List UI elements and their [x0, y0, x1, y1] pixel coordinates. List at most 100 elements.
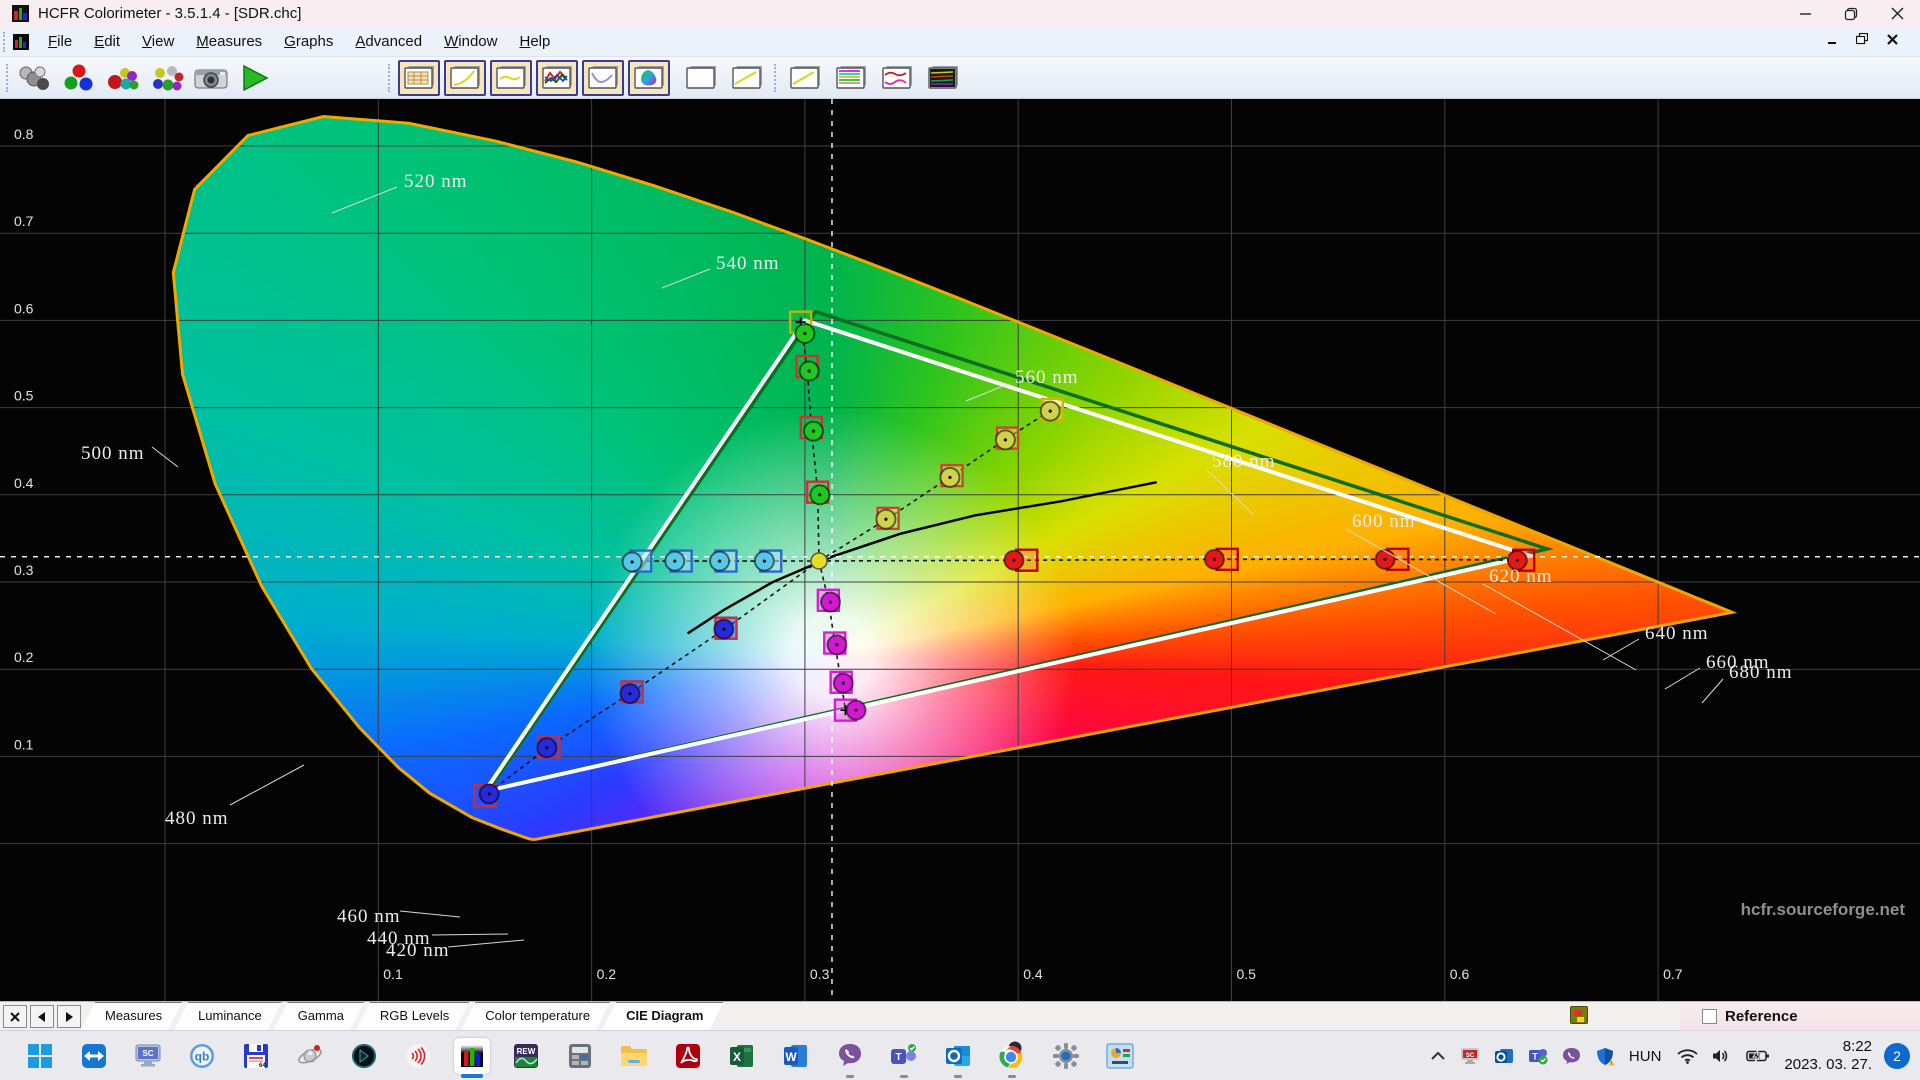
tab-gamma[interactable]: Gamma: [274, 1002, 364, 1030]
taskbar-viber-icon[interactable]: [832, 1038, 868, 1078]
tray-chevron-icon[interactable]: [1430, 1051, 1446, 1061]
svg-text:64: 64: [259, 1063, 266, 1069]
taskbar-rew-icon[interactable]: REW: [508, 1038, 544, 1074]
rgb-levels-graph-button[interactable]: [536, 60, 578, 96]
status-notifier-icon[interactable]: [1570, 1006, 1588, 1024]
x-tick: 0.4: [1023, 966, 1043, 982]
graph-line2-button[interactable]: [784, 60, 826, 96]
child-close-button[interactable]: [1882, 30, 1902, 48]
tray-volume-icon[interactable]: [1712, 1048, 1732, 1064]
graph-line-button[interactable]: [726, 60, 768, 96]
taskbar-chrome-icon[interactable]: [994, 1038, 1030, 1078]
wavelength-label: 540 nm: [716, 253, 780, 274]
svg-text:X: X: [733, 1050, 741, 1064]
tab-color-temperature[interactable]: Color temperature: [461, 1002, 610, 1030]
graph-plain-button[interactable]: [680, 60, 722, 96]
y-tick: 0.1: [14, 736, 34, 752]
sweep-connector-red: [818, 558, 1524, 562]
menu-graphs[interactable]: Graphs: [273, 29, 344, 54]
wavelength-label: 500 nm: [81, 443, 145, 464]
wavelength-label: 680 nm: [1729, 662, 1793, 683]
svg-text:T: T: [1532, 1052, 1538, 1062]
child-minimize-button[interactable]: [1822, 30, 1842, 48]
taskbar-floppy-icon[interactable]: 64: [238, 1038, 274, 1074]
gamma-graph-button[interactable]: [490, 60, 532, 96]
taskbar-word-icon[interactable]: W: [778, 1038, 814, 1074]
window-title: HCFR Colorimeter - 3.5.1.4 - [SDR.chc]: [38, 5, 302, 22]
tray-screenconnect-icon[interactable]: SC: [1460, 1047, 1480, 1065]
restore-button[interactable]: [1828, 0, 1874, 27]
menu-advanced[interactable]: Advanced: [344, 29, 433, 54]
graph-dark-button[interactable]: [922, 60, 964, 96]
taskbar-teams-icon[interactable]: T: [886, 1038, 922, 1078]
tab-luminance[interactable]: Luminance: [174, 1002, 282, 1030]
taskbar-outlook-icon[interactable]: [940, 1038, 976, 1078]
tray-defender-icon[interactable]: !: [1595, 1047, 1615, 1066]
measure-colors-button[interactable]: [102, 60, 144, 96]
svg-text:SC: SC: [1466, 1053, 1475, 1059]
luminance-graph-button[interactable]: [444, 60, 486, 96]
tray-time: 8:22: [1842, 1038, 1872, 1055]
graph-multiline-button[interactable]: [830, 60, 872, 96]
taskbar-colorapp-icon[interactable]: [1102, 1038, 1138, 1074]
taskbar-teamviewer-icon[interactable]: [76, 1038, 112, 1074]
toolbar-grip: [6, 64, 9, 92]
minimize-button[interactable]: [1782, 0, 1828, 27]
menu-bar: File Edit View Measures Graphs Advanced Window…: [0, 27, 1920, 57]
taskbar-atom-icon[interactable]: [292, 1038, 328, 1074]
graph-tab-bar: Measures Luminance Gamma RGB Levels Color te…: [0, 1001, 1920, 1031]
tray-battery-icon[interactable]: [1746, 1049, 1770, 1063]
reference-checkbox[interactable]: [1702, 1009, 1717, 1024]
tab-prev-button[interactable]: [30, 1005, 54, 1028]
taskbar-hcfr-icon[interactable]: [454, 1038, 490, 1078]
menu-edit[interactable]: Edit: [83, 29, 131, 54]
menu-window[interactable]: Window: [433, 29, 508, 54]
color-temp-graph-button[interactable]: [582, 60, 624, 96]
tab-measures[interactable]: Measures: [81, 1002, 182, 1030]
cie-diagram-button[interactable]: [628, 60, 670, 96]
taskbar-calculator-icon[interactable]: [562, 1038, 598, 1074]
mdi-child-icon[interactable]: [13, 33, 29, 50]
taskbar-explorer-icon[interactable]: [616, 1038, 652, 1074]
tray-wifi-icon[interactable]: [1677, 1048, 1699, 1064]
wavelength-label: 640 nm: [1645, 623, 1709, 644]
taskbar-player-icon[interactable]: [346, 1038, 382, 1074]
capture-button[interactable]: [190, 60, 232, 96]
menu-file[interactable]: File: [37, 29, 83, 54]
notification-badge[interactable]: 2: [1884, 1043, 1910, 1069]
wavelength-label: 460 nm: [337, 906, 401, 927]
tray-viber-icon[interactable]: [1562, 1047, 1581, 1065]
menu-view[interactable]: View: [131, 29, 185, 54]
taskbar-excel-icon[interactable]: X: [724, 1038, 760, 1074]
run-measures-button[interactable]: [234, 60, 276, 96]
svg-text:SC: SC: [142, 1049, 153, 1058]
measures-grid-button[interactable]: [398, 60, 440, 96]
tab-rgb-levels[interactable]: RGB Levels: [356, 1002, 469, 1030]
taskbar-start-icon[interactable]: [22, 1038, 58, 1074]
tab-close-button[interactable]: [3, 1005, 27, 1028]
sensor-config-button[interactable]: [14, 60, 56, 96]
tab-cie-diagram[interactable]: CIE Diagram: [602, 1002, 723, 1030]
tray-outlook-icon[interactable]: [1494, 1047, 1514, 1065]
wavelength-label: 580 nm: [1212, 451, 1276, 472]
tray-date: 2023. 03. 27.: [1784, 1056, 1872, 1073]
tray-language[interactable]: HUN: [1629, 1048, 1662, 1065]
tray-clock[interactable]: 8:22 2023. 03. 27.: [1784, 1038, 1872, 1074]
reference-panel: Reference: [1570, 1002, 1920, 1031]
menu-help[interactable]: Help: [508, 29, 561, 54]
tab-next-button[interactable]: [57, 1005, 81, 1028]
x-tick: 0.3: [810, 966, 830, 982]
close-button[interactable]: [1874, 0, 1920, 27]
taskbar-acrobat-icon[interactable]: [670, 1038, 706, 1074]
menu-measures[interactable]: Measures: [185, 29, 273, 54]
taskbar-qbittorrent-icon[interactable]: qb: [184, 1038, 220, 1074]
y-tick: 0.7: [14, 213, 34, 229]
taskbar-screenconnect-icon[interactable]: SC: [130, 1038, 166, 1074]
tray-teams-icon[interactable]: T: [1528, 1047, 1548, 1065]
child-restore-button[interactable]: [1852, 30, 1872, 48]
taskbar-settings-icon[interactable]: [1048, 1038, 1084, 1074]
measure-saturation-button[interactable]: [146, 60, 188, 96]
graph-waves-button[interactable]: [876, 60, 918, 96]
generator-colors-button[interactable]: [58, 60, 100, 96]
taskbar-soundwaves-icon[interactable]: [400, 1038, 436, 1074]
